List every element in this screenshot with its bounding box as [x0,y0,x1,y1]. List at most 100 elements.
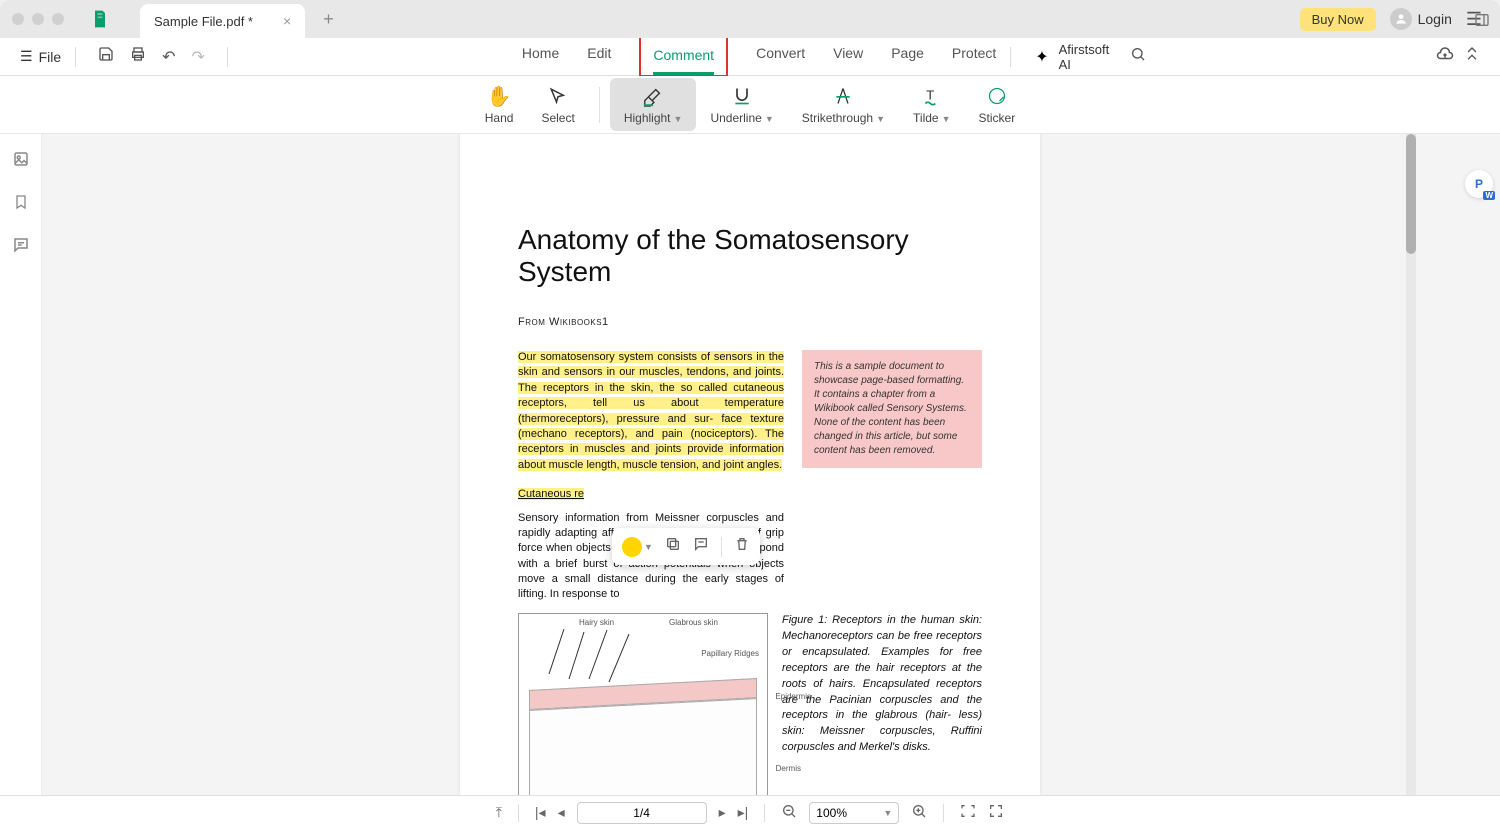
scrollbar[interactable] [1406,134,1416,795]
strikethrough-tool[interactable]: Strikethrough▼ [788,78,899,131]
app-logo [88,7,112,31]
tool-label: Strikethrough▼ [802,111,885,125]
thumbnails-icon[interactable] [12,150,30,173]
fit-width-icon[interactable] [960,803,976,822]
underline-tool[interactable]: Underline▼ [696,78,787,131]
comment-toolbar: ✋ Hand Select Highlight▼ Underline▼ Stri… [0,76,1500,134]
chevron-down-icon: ▼ [674,114,683,124]
tool-label: Sticker [979,111,1016,125]
comment-tab-highlight-box: Comment [639,36,728,77]
chevron-down-icon: ▼ [765,114,774,124]
highlighter-icon [642,84,664,108]
select-tool[interactable]: Select [527,78,588,131]
tab-home[interactable]: Home [522,36,559,77]
file-label: File [39,49,62,65]
tab-page[interactable]: Page [891,36,924,77]
hamburger-icon: ☰ [20,48,33,65]
right-sidebar: PW [1458,134,1500,795]
zoom-out-icon[interactable] [781,803,797,822]
redo-icon[interactable]: ↷ [192,47,205,67]
fullscreen-icon[interactable] [988,803,1004,822]
tab-view[interactable]: View [833,36,863,77]
highlight-popup: ▼ [612,528,760,565]
figure-caption: Figure 1: Receptors in the human skin: M… [782,613,982,795]
svg-text:T: T [926,87,934,102]
sticker-tool[interactable]: Sticker [965,78,1030,131]
next-page-icon[interactable]: ▸ [719,804,726,821]
tab-edit[interactable]: Edit [587,36,611,77]
cloud-upload-icon[interactable] [1436,45,1454,68]
highlighted-text[interactable]: Our somatosensory system consists of sen… [518,351,784,471]
login-button[interactable]: Login [1390,8,1452,30]
figure-label: Dermis [776,764,801,773]
add-tab-icon[interactable]: + [323,9,334,30]
delete-icon[interactable] [734,536,750,557]
divider [227,47,228,67]
pdf-page: Anatomy of the Somatosensory System From… [460,134,1040,795]
collapse-ribbon-icon[interactable] [1464,46,1480,67]
buy-now-button[interactable]: Buy Now [1300,8,1376,31]
highlighted-heading[interactable]: Cutaneous re [518,488,584,500]
avatar-icon [1390,8,1412,30]
tilde-tool[interactable]: T Tilde▼ [899,78,965,131]
undo-icon[interactable]: ↶ [162,47,175,67]
tool-label: Tilde▼ [913,111,951,125]
zoom-select[interactable]: 100% ▼ [809,802,899,824]
first-page-icon[interactable]: |◂ [535,804,546,821]
tool-label: Hand [485,111,514,125]
search-icon[interactable] [1130,46,1146,67]
divider [75,47,76,67]
divider [599,87,600,123]
zoom-in-icon[interactable] [911,803,927,822]
traffic-lights [12,13,64,25]
file-menu-button[interactable]: ☰ File [20,48,61,65]
print-icon[interactable] [130,46,146,67]
last-page-icon[interactable]: ▸| [738,804,749,821]
ai-label[interactable]: Afirstsoft AI [1059,42,1120,72]
sidebar-note: This is a sample document to showcase pa… [802,350,982,468]
zoom-value: 100% [816,806,847,820]
document-canvas[interactable]: Anatomy of the Somatosensory System From… [42,134,1458,795]
close-window[interactable] [12,13,24,25]
figure-image: Hairy skin Glabrous skin Papillary Ridge… [518,613,768,795]
tab-label: Sample File.pdf * [154,14,253,29]
scrollbar-thumb[interactable] [1406,134,1416,254]
cursor-icon [549,84,567,108]
save-icon[interactable] [98,46,114,67]
chevron-down-icon: ▼ [942,114,951,124]
divider [764,804,765,822]
copy-icon[interactable] [665,536,681,557]
document-title: Anatomy of the Somatosensory System [518,224,982,288]
tab-protect[interactable]: Protect [952,36,996,77]
tilde-icon: T [922,84,942,108]
bookmark-icon[interactable] [13,193,29,216]
divider [1010,47,1011,67]
tab-comment[interactable]: Comment [653,38,714,75]
tab-convert[interactable]: Convert [756,36,805,77]
strikethrough-icon [833,84,853,108]
color-picker-button[interactable]: ▼ [622,537,653,557]
document-tab[interactable]: Sample File.pdf * × [140,4,305,38]
divider [518,804,519,822]
note-icon[interactable] [693,536,709,557]
scroll-top-icon[interactable]: ⤒ [496,804,502,821]
page-input[interactable] [577,802,707,824]
word-export-icon[interactable]: PW [1465,170,1493,198]
comments-icon[interactable] [12,236,30,259]
underline-icon [732,84,752,108]
left-sidebar [0,134,42,795]
tool-label: Highlight▼ [624,111,683,125]
chevron-down-icon: ▼ [644,542,653,552]
chevron-down-icon: ▼ [876,114,885,124]
figure-label: Epidermis [775,692,811,701]
document-subtitle: From Wikibooks1 [518,316,982,328]
main-area: Anatomy of the Somatosensory System From… [0,134,1500,795]
figure-label: Glabrous skin [669,618,718,627]
tab-close-icon[interactable]: × [283,13,291,29]
highlight-tool[interactable]: Highlight▼ [610,78,697,131]
maximize-window[interactable] [52,13,64,25]
minimize-window[interactable] [32,13,44,25]
login-label: Login [1418,11,1452,27]
hand-tool[interactable]: ✋ Hand [471,78,528,131]
prev-page-icon[interactable]: ◂ [558,804,565,821]
